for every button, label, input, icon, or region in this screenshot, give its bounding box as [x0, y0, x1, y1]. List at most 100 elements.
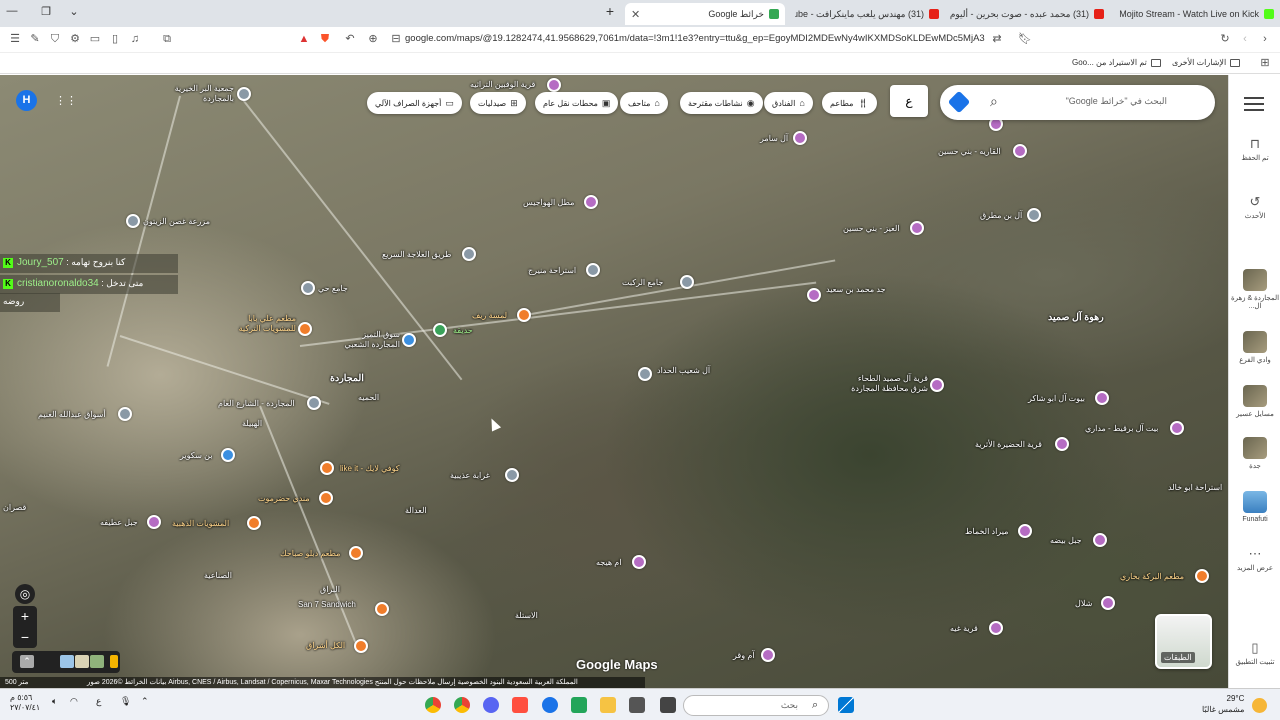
sidebar-item-recent-place[interactable]: Funafuti [1229, 491, 1280, 523]
expand-icon[interactable]: ⌃ [20, 655, 34, 668]
place-pin[interactable] [1013, 144, 1027, 158]
screenshot-icon[interactable]: ⧉ [160, 32, 174, 46]
reload-icon[interactable]: ↻ [1218, 32, 1232, 46]
place-label[interactable]: جمعية البر الخيرية بالمجاردة [170, 84, 234, 104]
brave-shield-icon[interactable]: ⛊ [318, 32, 332, 46]
place-label[interactable]: مندي حضرموت [258, 494, 310, 503]
sidebar-item-recent-place[interactable]: جدة [1229, 437, 1280, 470]
map-search-box[interactable]: البحث في "خرائط Google" ⌕ [940, 85, 1215, 120]
place-label[interactable]: كوفي لايك - like it [340, 464, 400, 473]
place-pin[interactable] [910, 221, 924, 235]
back-icon[interactable]: ‹ [1238, 32, 1252, 46]
sidebar-icon[interactable]: ▯ [108, 32, 122, 46]
place-label[interactable]: حديقة [453, 326, 473, 335]
place-label[interactable]: مطعم دبلو صباحك [280, 549, 340, 558]
sidebar-item-install-app[interactable]: ▯ تثبيت التطبيق [1229, 641, 1280, 667]
tab-google-maps[interactable]: خرائط Google ✕ [625, 3, 785, 25]
place-label[interactable]: المشويات الذهبية [172, 519, 229, 528]
minimize-button[interactable]: — [4, 5, 20, 17]
place-label[interactable]: لمسة ريف [472, 311, 507, 320]
place-pin[interactable] [1018, 524, 1032, 538]
address-bar[interactable]: google.com/maps/@19.1282474,41.9568629,7… [405, 33, 985, 44]
place-pin[interactable] [1101, 596, 1115, 610]
place-pin[interactable] [680, 275, 694, 289]
wifi-icon[interactable]: ◠ [70, 696, 78, 707]
place-pin[interactable] [930, 378, 944, 392]
sidebar-item-recent-place[interactable]: المجاردة & زهرة ال... [1229, 269, 1280, 310]
place-label[interactable]: المجاردة - الشارع العام [218, 399, 295, 408]
apps-grid-icon[interactable]: ⋮⋮ [55, 94, 77, 108]
bookmark-other[interactable]: الإشارات الأخرى [1172, 58, 1241, 67]
chip-atms[interactable]: ▭ أجهزة الصراف الآلي [367, 92, 462, 114]
sidebar-item-show-more[interactable]: ⋯ عرض المزيد [1229, 547, 1280, 573]
account-avatar[interactable]: H [16, 90, 37, 111]
place-label[interactable]: جامع الركبت [622, 278, 663, 287]
tab-youtube-song[interactable]: (31) محمد عبده - صوت بحرين - أليوم [950, 3, 1110, 25]
discord-app-icon[interactable] [483, 697, 499, 713]
place-label[interactable]: استراحة منيرج [528, 266, 576, 275]
place-label[interactable]: شلال [1075, 599, 1092, 608]
place-label[interactable]: San 7 Sandwich [298, 600, 356, 609]
place-label[interactable]: آم وقر [733, 651, 755, 660]
place-pin[interactable] [301, 281, 315, 295]
place-label[interactable]: القاريه - بني حسين [938, 147, 1001, 156]
place-label[interactable]: مطعم علي بابا للمشويات التركية [230, 314, 296, 334]
layer-thumb[interactable] [90, 655, 104, 668]
forward-icon[interactable]: › [1258, 32, 1272, 46]
chip-hotels[interactable]: ⌂ الفنادق [764, 92, 813, 114]
capcut-app-icon[interactable] [512, 697, 528, 713]
park-pin[interactable] [433, 323, 447, 337]
bookmark-star-icon[interactable]: 🔖︎ [1018, 32, 1032, 46]
place-label[interactable]: قرية الحضيرة الأثرية [975, 440, 1042, 449]
volume-icon[interactable]: 🔈︎ [52, 696, 57, 707]
place-pin[interactable] [307, 396, 321, 410]
place-label[interactable]: طريق العلاجة السريع [382, 250, 451, 259]
place-label[interactable]: جبل بيضه [1050, 536, 1082, 545]
media-icon[interactable]: ♫ [128, 32, 142, 46]
place-label[interactable]: ام هيجه [596, 558, 621, 567]
restaurant-pin[interactable] [247, 516, 261, 530]
place-label[interactable]: مطل الهواجيس [523, 198, 574, 207]
settings-icon[interactable]: ⚙ [68, 32, 82, 46]
layers-button[interactable]: الطبقات [1155, 614, 1212, 669]
restaurant-pin[interactable] [319, 491, 333, 505]
chip-pharmacies[interactable]: ⊞ صيدليات [470, 92, 526, 114]
place-pin[interactable] [237, 87, 251, 101]
chip-museums[interactable]: ⌂ متاحف [620, 92, 668, 114]
input-language-button[interactable]: ع [890, 85, 928, 117]
clock[interactable]: ٥:٥٦ م ٢٧/٠٧/٤١ [10, 693, 40, 713]
wallet-icon[interactable]: ▭ [88, 32, 102, 46]
chip-restaurants[interactable]: 🍴︎ مطاعم [822, 92, 877, 114]
place-label[interactable]: مطعم البركة بخاري [1120, 572, 1184, 581]
hamburger-menu-icon[interactable] [1244, 97, 1264, 111]
sidebar-item-recents[interactable]: ↺ الأحدث [1229, 195, 1280, 221]
site-info-icon[interactable]: ⊟ [389, 32, 403, 46]
tab-kick-stream[interactable]: Mojito Stream - Watch Live on Kick [1115, 3, 1280, 25]
restaurant-pin[interactable] [1195, 569, 1209, 583]
scale-bar[interactable]: 500 متر [5, 677, 85, 688]
taskbar-search[interactable]: بحث ⌕ [683, 695, 829, 716]
place-label[interactable]: مزرعة غصن الزيتون [143, 217, 210, 226]
place-label[interactable]: قرية غيه [950, 624, 978, 633]
place-pin[interactable] [1055, 437, 1069, 451]
shield-icon[interactable]: ⛉ [48, 32, 62, 46]
zoom-in-button[interactable]: + [13, 606, 37, 627]
tab-youtube-minecraft[interactable]: (31) مهندس يلعب ماينكرافت - YouTube [795, 3, 945, 25]
store-app-icon[interactable] [629, 697, 645, 713]
place-label[interactable]: غرابة عذيبية [450, 471, 490, 480]
place-label[interactable]: بن سكوير [180, 451, 212, 460]
chrome-app-icon[interactable] [425, 697, 441, 713]
search-icon[interactable]: ⌕ [990, 93, 998, 110]
place-label[interactable]: بيت آل برقيط - مداري [1085, 424, 1158, 433]
shopping-pin[interactable] [402, 333, 416, 347]
place-pin[interactable] [632, 555, 646, 569]
place-pin[interactable] [126, 214, 140, 228]
place-pin[interactable] [989, 621, 1003, 635]
chrome-app-icon[interactable] [454, 697, 470, 713]
restaurant-pin[interactable] [375, 602, 389, 616]
shopping-pin[interactable] [221, 448, 235, 462]
pegman-icon[interactable] [110, 655, 118, 668]
tab-search-button[interactable]: ⌄ [66, 5, 82, 18]
menu-icon[interactable]: ☰ [8, 32, 22, 46]
my-location-button[interactable]: ◎ [15, 584, 35, 604]
